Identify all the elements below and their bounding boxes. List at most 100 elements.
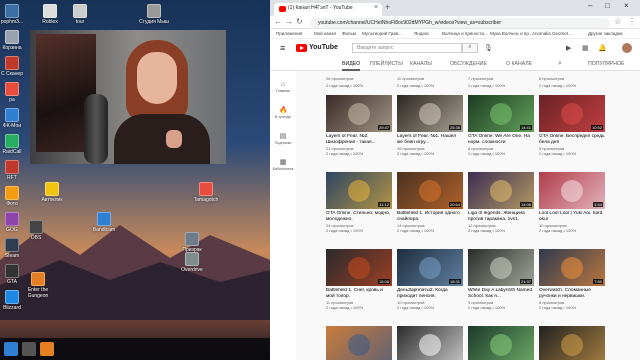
guide-item[interactable]: 🔥 В тренде	[270, 107, 296, 119]
video-thumbnail[interactable]: 15:08	[326, 249, 392, 286]
search-button[interactable]: ⌕	[462, 43, 478, 53]
video-thumbnail[interactable]	[397, 326, 463, 360]
create-video-icon[interactable]: ▶	[566, 44, 571, 52]
desktop-shortcut[interactable]: Steam	[0, 238, 32, 259]
desktop-shortcut[interactable]: ФК-Мои	[0, 108, 32, 129]
tab-videos[interactable]: ВИДЕО	[342, 61, 361, 71]
desktop-shortcut[interactable]: OBS	[16, 220, 56, 241]
mic-icon[interactable]: 🎙	[484, 44, 493, 52]
video-card[interactable]: 14:06 Liga of legends. Женщина против тар…	[468, 172, 534, 233]
guide-item[interactable]: ▤ Подписки	[270, 133, 296, 145]
video-card[interactable]: 25:35 Layers of Fear. №1. Нашел же блин и…	[397, 95, 463, 156]
video-thumbnail[interactable]	[326, 326, 392, 360]
taskbar-app-icon[interactable]	[22, 342, 36, 356]
reload-icon[interactable]: ↻	[296, 17, 303, 26]
browser-tab[interactable]: (1) Канал Н4ГэлТ - YouTube ×	[274, 3, 382, 16]
video-card[interactable]: 11:12 GTA Online. Стильно, модно, молодеж…	[326, 172, 392, 233]
desktop-shortcut[interactable]: C Сканер	[0, 56, 32, 77]
guide-item[interactable]: ▦ Библиотека	[270, 159, 296, 171]
video-thumbnail[interactable]: 29:47	[326, 95, 392, 132]
desktop-shortcut[interactable]: Автоклик	[32, 182, 72, 203]
video-title[interactable]: Battlefield 1. История одного снайпера.	[397, 211, 463, 223]
close-window-icon[interactable]: ×	[624, 1, 629, 10]
video-card[interactable]: 10:52 GTA Online. Беспредел средь бела дн…	[539, 95, 605, 156]
video-title[interactable]: Overwatch. Сломанные ручонки и нервишки.	[539, 288, 605, 300]
video-card[interactable]	[539, 326, 605, 360]
bookmark-item[interactable]: Фильм	[342, 31, 356, 36]
video-title[interactable]: White Day A Labyrinth Named School. Как …	[468, 288, 534, 300]
bookmark-item[interactable]: Мультиорий Грав...	[362, 31, 402, 36]
back-icon[interactable]: ←	[274, 17, 282, 26]
desktop-shortcut[interactable]: pa	[0, 82, 32, 103]
tab-about[interactable]: О КАНАЛЕ	[506, 61, 532, 67]
apps-icon[interactable]: ▦	[582, 44, 589, 52]
desktop-shortcut[interactable]: RaidCall	[0, 134, 32, 155]
video-card[interactable]: 18:31 ДеньЗарплаты2. Когда приходит пенси…	[397, 249, 463, 310]
video-card[interactable]: 7:50 Overwatch. Сломанные ручонки и нерви…	[539, 249, 605, 310]
tab-playlists[interactable]: ПЛЕЙЛИСТЫ	[370, 61, 403, 67]
guide-item[interactable]: ⌂ Главная	[270, 81, 296, 93]
start-button[interactable]	[4, 342, 18, 356]
video-card[interactable]: 20:54 Battlefield 1. История одного снайп…	[397, 172, 463, 233]
bookmark-item[interactable]: Яндекс	[414, 31, 429, 36]
video-thumbnail[interactable]: 25:35	[397, 95, 463, 132]
video-card[interactable]	[326, 326, 392, 360]
video-card[interactable]: 21:37 White Day A Labyrinth Named School.…	[468, 249, 534, 310]
close-tab-icon[interactable]: ×	[374, 4, 378, 11]
video-card[interactable]	[468, 326, 534, 360]
notifications-icon[interactable]: 🔔	[598, 44, 607, 52]
video-title[interactable]: Battlefield 1. Снег, кровь и мой топор.	[326, 288, 392, 300]
bookmark-item[interactable]: Другие закладки	[588, 31, 622, 36]
video-thumbnail[interactable]: 1:44	[539, 172, 605, 209]
minimize-icon[interactable]: –	[588, 1, 592, 10]
video-card[interactable]: 1:44 Lool Loo! Lool | Yuki Aoi. hard. osu…	[539, 172, 605, 233]
sort-button[interactable]: ПОПУЛЯРНОЕ	[588, 61, 624, 67]
url-input[interactable]: youtube.com/channel/UCHetNhoFl8oc902dMYP…	[310, 18, 610, 28]
desktop-shortcut[interactable]: pophm3...	[0, 4, 32, 25]
video-thumbnail[interactable]: 18:31	[397, 249, 463, 286]
bookmark-item[interactable]: Волчица и пряности...	[442, 31, 488, 36]
video-title[interactable]: GTA Online. Беспредел средь бела дня	[539, 134, 605, 146]
desktop-shortcut[interactable]: Фото	[0, 186, 32, 207]
new-tab-icon[interactable]: +	[385, 2, 390, 12]
video-thumbnail[interactable]: 21:37	[468, 249, 534, 286]
desktop-shortcut[interactable]: Студия Мыш	[134, 4, 174, 25]
video-thumbnail[interactable]	[539, 326, 605, 360]
search-input[interactable]: Введите запрос	[352, 43, 462, 53]
video-thumbnail[interactable]: 14:06	[468, 172, 534, 209]
video-card[interactable]: 15:08 Battlefield 1. Снег, кровь и мой то…	[326, 249, 392, 310]
video-thumbnail[interactable]: 11:12	[326, 172, 392, 209]
hamburger-menu-icon[interactable]: ≡	[280, 43, 285, 53]
video-card[interactable]	[397, 326, 463, 360]
video-title[interactable]: GTA Online. Стильно, модно, молодежно.	[326, 211, 392, 223]
forward-icon[interactable]: →	[285, 17, 293, 26]
video-card[interactable]: 14:41 GTA Online: We Are One. На норм. сл…	[468, 95, 534, 156]
desktop-shortcut[interactable]: Пpизрак	[172, 232, 212, 253]
tab-channels[interactable]: КАНАЛЫ	[410, 61, 432, 67]
video-thumbnail[interactable]: 14:41	[468, 95, 534, 132]
video-title[interactable]: Layers of Fear. №2. Шизофрения - такая..…	[326, 134, 392, 146]
menu-icon[interactable]: ⋮	[628, 17, 636, 26]
channel-search-icon[interactable]: ⌕	[558, 60, 562, 68]
video-thumbnail[interactable]: 20:54	[397, 172, 463, 209]
bookmark-item[interactable]: Anomalia Geomet...	[532, 31, 572, 36]
desktop-shortcut[interactable]: Enter the Gungeon	[18, 272, 58, 299]
video-thumbnail[interactable]: 10:52	[539, 95, 605, 132]
video-title[interactable]: Lool Loo! Lool | Yuki Aoi. hard. osu!	[539, 211, 605, 223]
desktop-shortcut[interactable]: Bandicam	[84, 212, 124, 233]
video-card[interactable]: 29:47 Layers of Fear. №2. Шизофрения - та…	[326, 95, 392, 156]
maximize-icon[interactable]: □	[605, 1, 610, 10]
youtube-logo-icon[interactable]	[296, 44, 307, 52]
video-title[interactable]: ДеньЗарплаты2. Когда приходит пенсия.	[397, 288, 463, 300]
bookmark-item[interactable]: Мой канал	[314, 31, 336, 36]
avatar[interactable]	[622, 43, 632, 53]
bookmark-item[interactable]: Приложения	[276, 31, 302, 36]
video-title[interactable]: Liga of legends. Женщина против тараканa…	[468, 211, 534, 223]
desktop-shortcut[interactable]: RFT	[0, 160, 32, 181]
video-thumbnail[interactable]: 7:50	[539, 249, 605, 286]
desktop-shortcut[interactable]: tour	[60, 4, 100, 25]
video-thumbnail[interactable]	[468, 326, 534, 360]
desktop-shortcut[interactable]: Корзина	[0, 30, 32, 51]
desktop-shortcut[interactable]: Overdrive	[172, 252, 212, 273]
video-title[interactable]: Layers of Fear. №1. Нашел же блин игру..…	[397, 134, 463, 146]
